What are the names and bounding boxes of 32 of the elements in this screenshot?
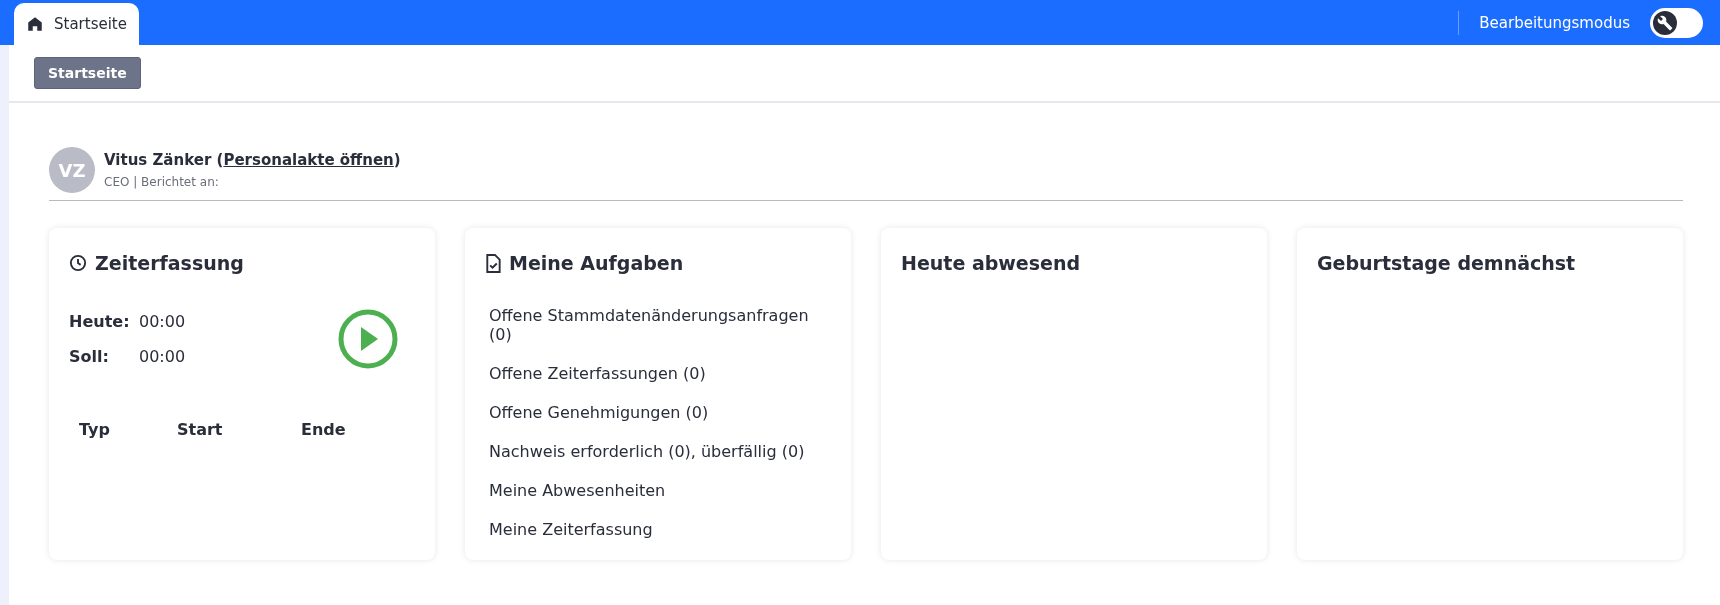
card-title-text: Meine Aufgaben [509, 252, 684, 274]
task-link[interactable]: Meine Zeiterfassung [485, 520, 831, 539]
play-button[interactable] [337, 308, 399, 370]
time-label: Heute: [69, 312, 131, 331]
card-title-text: Geburtstage demnächst [1317, 252, 1576, 274]
employee-name: Vitus Zänker [104, 151, 212, 169]
card-title-text: Heute abwesend [901, 252, 1081, 274]
time-value: 00:00 [139, 312, 186, 331]
time-label: Soll: [69, 347, 110, 366]
card-title-text: Zeiterfassung [95, 252, 244, 274]
document-check-icon [485, 253, 501, 273]
task-link[interactable]: Meine Abwesenheiten [485, 481, 831, 500]
home-tab[interactable]: Startseite [14, 3, 139, 45]
avatar: VZ [49, 147, 95, 193]
bracket: ( [216, 151, 224, 169]
column-header: Typ [79, 420, 111, 439]
column-header: Start [177, 420, 224, 439]
task-link[interactable]: Offene Zeiterfassungen (0) [485, 364, 831, 383]
wrench-icon [1657, 14, 1673, 31]
task-link[interactable]: Offene Genehmigungen (0) [485, 403, 831, 422]
task-link[interactable]: Offene Stammdatenänderungsanfragen (0) [485, 306, 831, 344]
column-header: Ende [301, 420, 347, 439]
time-value: 00:00 [139, 347, 186, 366]
bracket: ) [393, 151, 401, 169]
home-icon [26, 15, 44, 33]
breadcrumb-button[interactable]: Startseite [34, 57, 141, 89]
personnel-file-link[interactable]: Personalakte öffnen [223, 151, 394, 169]
edit-mode-toggle[interactable] [1650, 7, 1703, 38]
edit-mode-label: Bearbeitungsmodus [1479, 13, 1630, 32]
employee-subtitle: CEO | Berichtet an: [104, 175, 220, 189]
clock-icon [69, 254, 87, 272]
task-link[interactable]: Nachweis erforderlich (0), überfällig (0) [485, 442, 831, 461]
